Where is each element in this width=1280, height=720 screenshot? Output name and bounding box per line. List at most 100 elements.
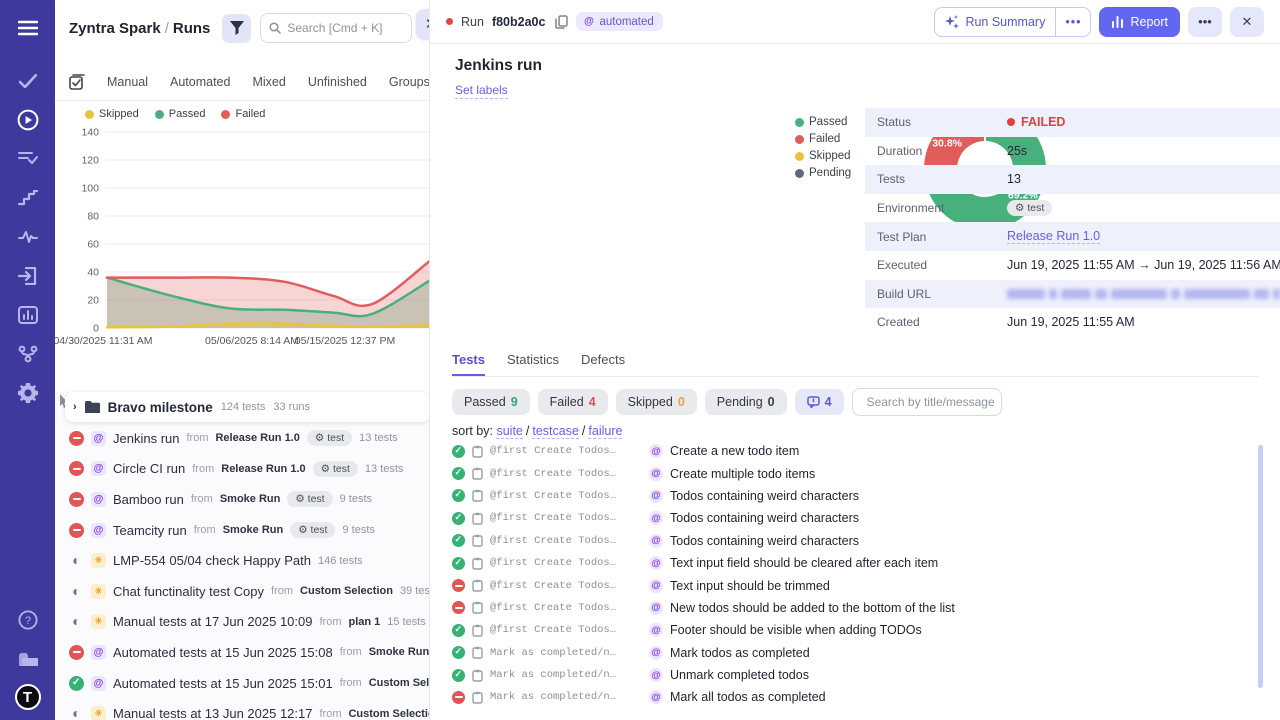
legend-dot [221, 110, 230, 119]
search-input[interactable]: Search [Cmd + K] [260, 13, 412, 43]
branch-icon[interactable] [14, 340, 42, 368]
test-row[interactable]: @first Create Todos…@Todos containing we… [452, 507, 1262, 529]
pill-count: 4 [589, 395, 596, 409]
test-row[interactable]: @first Create Todos…@Text input field sh… [452, 552, 1262, 574]
copy-icon[interactable] [555, 15, 568, 29]
test-row[interactable]: Mark as completed/n…@Mark all todos as c… [452, 686, 1262, 708]
svg-text:?: ? [24, 615, 30, 627]
filter-button[interactable] [222, 14, 251, 43]
tab-groups[interactable]: Groups [389, 75, 430, 89]
env-badge[interactable]: ⚙ test [313, 461, 358, 477]
detail-value [1007, 289, 1280, 299]
clipboard-icon [472, 512, 483, 525]
clipboard-icon [472, 445, 483, 458]
detail-value: ⚙ test [1007, 200, 1052, 216]
svg-text:120: 120 [81, 155, 99, 167]
pill-comments[interactable]: 4 [795, 389, 844, 415]
test-row[interactable]: @first Create Todos…@Todos containing we… [452, 530, 1262, 552]
test-row[interactable]: Mark as completed/n…@Unmark completed to… [452, 664, 1262, 686]
run-row[interactable]: ◐✳Chat functinality test CopyfromCustom … [65, 576, 430, 607]
legend-label: Passed [169, 108, 206, 120]
test-row[interactable]: @first Create Todos…@Todos containing we… [452, 485, 1262, 507]
sort-link-failure[interactable]: failure [588, 424, 622, 439]
run-row[interactable]: @Circle CI runfromRelease Run 1.0⚙ test1… [65, 454, 430, 485]
run-row[interactable]: @Automated tests at 15 Jun 2025 15:08fro… [65, 637, 430, 668]
projects-icon[interactable] [14, 645, 42, 673]
close-detail-button[interactable]: ✕ [1230, 7, 1264, 37]
panel-close-button[interactable]: ✕ [416, 9, 430, 39]
test-row[interactable]: @first Create Todos…@Text input should b… [452, 574, 1262, 596]
chevron-right-icon[interactable]: › [73, 401, 77, 413]
tab-mixed[interactable]: Mixed [252, 75, 285, 89]
pill-pending[interactable]: Pending0 [705, 389, 787, 415]
play-circle-icon[interactable] [14, 106, 42, 134]
check-icon[interactable] [14, 67, 42, 95]
run-row[interactable]: @Jenkins runfromRelease Run 1.0⚙ test13 … [65, 423, 430, 454]
run-summary-more-button[interactable]: ••• [1055, 8, 1090, 36]
pulse-icon[interactable] [14, 223, 42, 251]
run-row[interactable]: ◐✳LMP-554 05/04 check Happy Path146 test… [65, 545, 430, 576]
analytics-icon[interactable] [14, 301, 42, 329]
env-badge[interactable]: ⚙ test [307, 430, 352, 446]
help-icon[interactable]: ? [14, 606, 42, 634]
redacted-block [1171, 289, 1180, 299]
run-row[interactable]: @Teamcity runfromSmoke Run⚙ test9 tests [65, 515, 430, 546]
test-row[interactable]: @first Create Todos…@Create multiple tod… [452, 462, 1262, 484]
run-tests-count: 13 tests [365, 463, 404, 475]
run-row[interactable]: @Bamboo runfromSmoke Run⚙ test9 tests [65, 484, 430, 515]
report-button[interactable]: Report [1099, 7, 1180, 37]
automated-badge[interactable]: @automated [576, 12, 662, 31]
more-options-button[interactable]: ••• [1188, 7, 1222, 37]
env-badge[interactable]: ⚙ test [287, 491, 332, 507]
list-check-icon[interactable] [14, 145, 42, 173]
sort-link-testcase[interactable]: testcase [532, 424, 579, 439]
run-name: Teamcity run [113, 523, 187, 538]
run-row[interactable]: @Automated tests at 15 Jun 2025 15:01fro… [65, 668, 430, 699]
run-row[interactable]: ◐✳Manual tests at 17 Jun 2025 10:09fromp… [65, 607, 430, 638]
automated-icon: @ [649, 511, 663, 525]
svg-text:05/06/2025 8:14 AM: 05/06/2025 8:14 AM [205, 335, 299, 347]
tab-manual[interactable]: Manual [107, 75, 148, 89]
legend-item-failed: Failed [221, 108, 265, 120]
test-suite-name: @first Create Todos… [490, 468, 642, 480]
pill-skipped[interactable]: Skipped0 [616, 389, 697, 415]
clipboard-icon [472, 467, 483, 480]
env-badge[interactable]: ⚙ test [290, 522, 335, 538]
milestone-row[interactable]: › Bravo milestone 124 tests 33 runs [65, 392, 430, 422]
select-all-icon[interactable] [69, 74, 85, 90]
run-summary-button[interactable]: Run Summary ••• [934, 7, 1091, 37]
project-name[interactable]: Zyntra Spark [69, 20, 161, 37]
tests-search-input[interactable]: Search by title/message [852, 388, 1002, 416]
tab-unfinished[interactable]: Unfinished [308, 75, 367, 89]
test-row[interactable]: @first Create Todos…@New todos should be… [452, 597, 1262, 619]
menu-icon[interactable] [14, 14, 42, 42]
test-row[interactable]: Mark as completed/n…@Mark todos as compl… [452, 642, 1262, 664]
env-badge[interactable]: ⚙ test [1007, 200, 1052, 216]
run-from-plan: Release Run 1.0 [215, 432, 299, 444]
steps-icon[interactable] [14, 184, 42, 212]
tests-scrollbar[interactable] [1258, 445, 1263, 688]
tab-automated[interactable]: Automated [170, 75, 230, 89]
gear-icon[interactable] [14, 379, 42, 407]
legend-label: Failed [235, 108, 265, 120]
pill-passed[interactable]: Passed9 [452, 389, 530, 415]
tab-defects[interactable]: Defects [581, 352, 625, 376]
automated-icon: @ [649, 579, 663, 593]
test-plan-link[interactable]: Release Run 1.0 [1007, 229, 1100, 244]
set-labels-link[interactable]: Set labels [455, 83, 508, 99]
failed-status-icon [69, 461, 84, 476]
import-icon[interactable] [14, 262, 42, 290]
automated-icon: @ [582, 15, 595, 28]
test-title: Text input field should be cleared after… [670, 556, 938, 570]
test-row[interactable]: @first Create Todos…@Footer should be vi… [452, 619, 1262, 641]
logo-t-icon[interactable]: T [15, 684, 41, 710]
run-row[interactable]: ◐✳Manual tests at 13 Jun 2025 12:17fromC… [65, 698, 430, 720]
test-row[interactable]: @first Create Todos…@Create a new todo i… [452, 440, 1262, 462]
sort-link-suite[interactable]: suite [496, 424, 522, 439]
app-window: ? T Zyntra Spark/Runs Search [Cmd + K] ✕… [0, 0, 1280, 720]
detail-label: Created [865, 315, 1007, 329]
automated-icon: @ [649, 690, 663, 704]
tab-tests[interactable]: Tests [452, 352, 485, 376]
tab-statistics[interactable]: Statistics [507, 352, 559, 376]
pill-failed[interactable]: Failed4 [538, 389, 608, 415]
